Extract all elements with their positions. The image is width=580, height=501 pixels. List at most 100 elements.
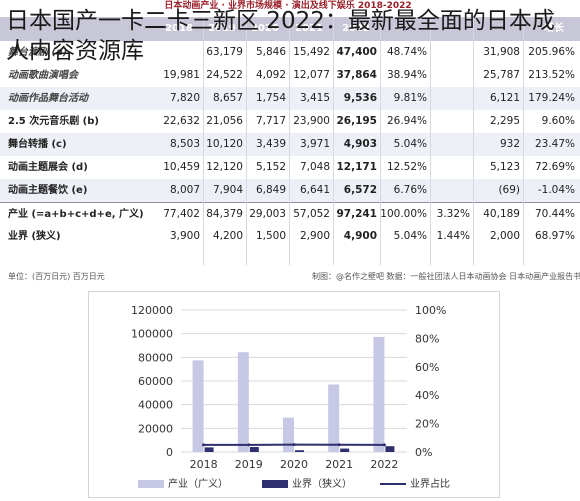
y2-tick-label: 0% (415, 446, 432, 459)
table-cell: 26,195 (327, 110, 377, 133)
table-cell: 25,787 (470, 64, 520, 87)
table-cell: 5,123 (470, 156, 520, 179)
table-cell (420, 110, 470, 133)
legend-label-share: 业界占比 (410, 479, 450, 490)
table-cell: 37,864 (327, 64, 377, 87)
table-cell: 4,900 (327, 225, 377, 248)
table-cell: 40,189 (470, 203, 520, 226)
table-cell: -1.04% (525, 179, 575, 202)
table-cell: 3,415 (280, 87, 330, 110)
bar-industry (328, 384, 339, 452)
bar-industry (193, 360, 204, 452)
table-cell: 4,092 (236, 64, 286, 87)
y2-tick-label: 60% (415, 361, 439, 374)
row-label: 动画主题展会 (d) (8, 156, 88, 179)
legend-item-share: 业界占比 (380, 478, 450, 492)
table-cell: 7,048 (280, 156, 330, 179)
legend-item-industry: 产业（广义） (138, 478, 228, 492)
bar-sector (385, 446, 394, 452)
table-cell (420, 64, 470, 87)
table-cell: 3,439 (236, 133, 286, 156)
table-cell: 23,900 (280, 110, 330, 133)
table-cell: 57,052 (280, 203, 330, 226)
table-cell (420, 179, 470, 202)
share-point (338, 443, 341, 446)
x-tick-label: 2018 (190, 458, 218, 471)
share-point (247, 443, 250, 446)
share-point (383, 443, 386, 446)
y2-tick-label: 40% (415, 389, 439, 402)
table-cell: 2,295 (470, 110, 520, 133)
bar-industry (283, 418, 294, 452)
table-cell: 1,500 (236, 225, 286, 248)
table-row: 动画主题展会 (d)10,45912,1205,1527,04812,17112… (0, 156, 580, 179)
table-row: 舞台转播 (c)8,50310,1203,4393,9714,9035.04%9… (0, 133, 580, 156)
table-cell: 6,572 (327, 179, 377, 202)
table-cell: 5,152 (236, 156, 286, 179)
table-cell: (69) (470, 179, 520, 202)
table-cell: 213.52% (525, 64, 575, 87)
unit-note: 单位：(百万日元) 百万日元 (8, 271, 105, 282)
row-label: 动画作品舞台活动 (8, 87, 88, 110)
table-cell: 6,641 (280, 179, 330, 202)
table-cell: 6,849 (236, 179, 286, 202)
combo-chart: 0200004000060000800001000001200000%20%40… (88, 291, 500, 498)
overlay-title: 日本国产一卡二卡三新区 2022：最新最全面的日本成人内容资源库 (6, 6, 576, 66)
table-cell: 3,971 (280, 133, 330, 156)
table-row: 动画主题餐饮 (e)8,0077,9046,8496,6416,5726.76%… (0, 179, 580, 202)
legend-swatch-industry (138, 480, 164, 488)
table-cell: 3.32% (420, 203, 470, 226)
y2-tick-label: 80% (415, 332, 439, 345)
table-cell: 1,754 (236, 87, 286, 110)
row-label: 产业 (=a+b+c+d+e, 广义) (8, 203, 144, 226)
row-label: 业界 (狭义) (8, 225, 61, 248)
table-cell (420, 87, 470, 110)
bar-industry (238, 352, 249, 452)
table-row: 业界 (狭义)3,9004,2001,5002,9004,9005.04%1.4… (0, 225, 580, 248)
legend-label-industry: 产业（广义） (168, 479, 228, 490)
x-tick-label: 2021 (325, 458, 353, 471)
table-cell (420, 133, 470, 156)
y-tick-label: 40000 (138, 399, 173, 412)
x-tick-label: 2019 (235, 458, 263, 471)
table-row: 2.5 次元音乐剧 (b)22,63221,0567,71723,90026,1… (0, 110, 580, 133)
y-tick-label: 120000 (131, 304, 173, 317)
y-tick-label: 100000 (131, 328, 173, 341)
x-tick-label: 2022 (370, 458, 398, 471)
table-cell: 23.47% (525, 133, 575, 156)
bar-sector (340, 449, 349, 452)
table-cell: 72.69% (525, 156, 575, 179)
table-cell: 932 (470, 133, 520, 156)
table-cell: 12,171 (327, 156, 377, 179)
table-row: 动画作品舞台活动7,8208,6571,7543,4159,5369.81%6,… (0, 87, 580, 110)
y-tick-label: 20000 (138, 422, 173, 435)
share-point (202, 443, 205, 446)
legend-item-sector: 业界（狭义） (262, 478, 352, 492)
table-cell: 4,903 (327, 133, 377, 156)
table-cell (420, 156, 470, 179)
table-cell: 2,000 (470, 225, 520, 248)
row-label: 2.5 次元音乐剧 (b) (8, 110, 99, 133)
table-cell: 7,717 (236, 110, 286, 133)
table-cell: 12,077 (280, 64, 330, 87)
table-cell: 1.44% (420, 225, 470, 248)
table-cell: 97,241 (327, 203, 377, 226)
legend-swatch-share (380, 483, 406, 485)
row-label: 舞台转播 (c) (8, 133, 67, 156)
source-note: 制图：@名作之壁吧 数据：一般社团法人日本动画协会 日本动画产业报告书 (312, 271, 580, 282)
bar-sector (295, 450, 304, 452)
legend-swatch-sector (262, 480, 288, 488)
table-cell: 2,900 (280, 225, 330, 248)
table-cell: 29,003 (236, 203, 286, 226)
y-tick-label: 60000 (138, 375, 173, 388)
x-tick-label: 2020 (280, 458, 308, 471)
y-tick-label: 0 (166, 446, 173, 459)
y-tick-label: 80000 (138, 351, 173, 364)
bar-sector (250, 447, 259, 452)
table-cell: 9,536 (327, 87, 377, 110)
table-cell: 179.24% (525, 87, 575, 110)
chart-svg: 0200004000060000800001000001200000%20%40… (89, 292, 499, 497)
row-label: 动画歌曲演唱会 (8, 64, 78, 87)
row-label: 动画主题餐饮 (e) (8, 179, 87, 202)
bar-industry (373, 337, 384, 452)
